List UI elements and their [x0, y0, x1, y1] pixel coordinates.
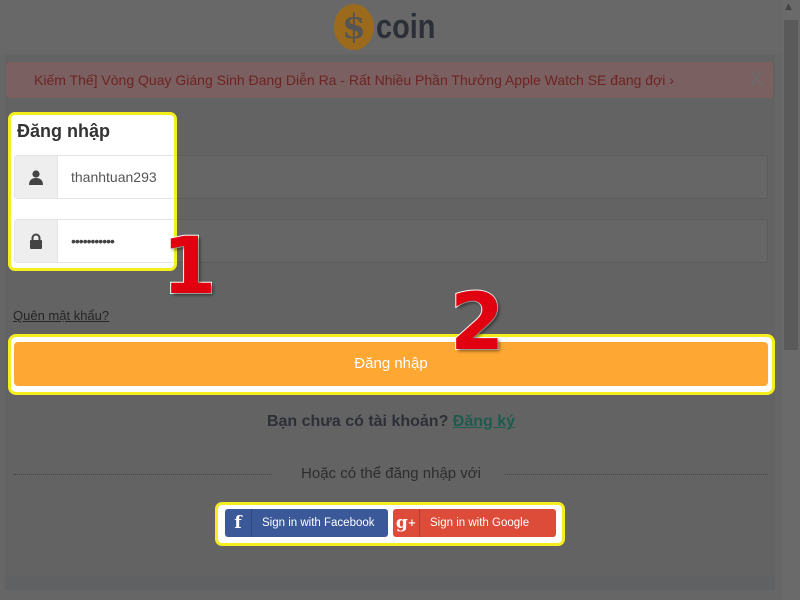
- username-input[interactable]: thanhtuan293: [14, 155, 174, 199]
- logo[interactable]: $ coin: [334, 4, 449, 50]
- highlight-login-fields: Đăng nhập thanhtuan293 •••••••••••: [8, 112, 177, 271]
- page-title: Đăng nhập: [17, 121, 110, 141]
- coin-logo-icon: $: [334, 4, 374, 50]
- annotation-step-2: 2: [449, 277, 505, 369]
- promo-alert[interactable]: Kiếm Thế] Vòng Quay Giáng Sinh Đang Diễn…: [6, 62, 773, 98]
- scrollbar-thumb[interactable]: [784, 20, 798, 350]
- facebook-label: Sign in with Facebook: [262, 517, 375, 529]
- no-account-text: Bạn chưa có tài khoản?: [266, 413, 449, 430]
- login-button[interactable]: Đăng nhập: [14, 342, 768, 386]
- google-label: Sign in with Google: [430, 517, 530, 529]
- close-icon[interactable]: X: [750, 62, 763, 96]
- facebook-icon: f: [225, 509, 252, 537]
- social-login-label: Hoặc có thể đăng nhập với: [301, 465, 481, 482]
- password-input[interactable]: •••••••••••: [14, 219, 174, 263]
- forgot-password-link[interactable]: Quên mật khẩu?: [13, 308, 109, 323]
- user-icon: [15, 156, 58, 198]
- annotation-step-1: 1: [161, 221, 217, 313]
- lock-icon: [15, 220, 58, 262]
- scroll-up-icon[interactable]: ▲: [785, 2, 792, 12]
- google-plus-icon: g +: [393, 509, 420, 537]
- username-value: thanhtuan293: [71, 169, 157, 185]
- google-signin-button[interactable]: g + Sign in with Google: [393, 509, 556, 537]
- register-link[interactable]: Đăng ký: [453, 413, 515, 430]
- signup-prompt: Bạn chưa có tài khoản? Đăng ký: [0, 413, 782, 431]
- password-value: •••••••••••: [71, 233, 115, 249]
- footer-strip: [5, 576, 775, 590]
- logo-text: coin: [376, 7, 436, 46]
- facebook-signin-button[interactable]: f Sign in with Facebook: [225, 509, 388, 537]
